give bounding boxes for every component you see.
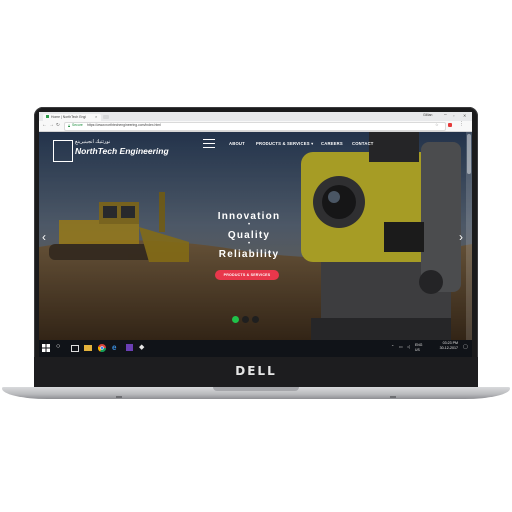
brand-logo-icon[interactable] (53, 140, 73, 162)
browser-tab[interactable]: Home | NorthTech Engi × (43, 114, 101, 121)
network-icon[interactable]: ▭ (399, 344, 403, 349)
input-language[interactable]: ENG US (415, 343, 422, 353)
tray-clock[interactable]: 03:23 PM 30-12-2017 (428, 341, 458, 351)
minimize-icon[interactable]: – (444, 112, 447, 118)
nav-contact[interactable]: CONTACT (352, 141, 374, 146)
windows-start-icon[interactable] (42, 344, 50, 352)
back-icon[interactable]: ← (42, 122, 47, 128)
hamburger-menu-icon[interactable] (203, 139, 215, 148)
chevron-down-icon: ▾ (311, 141, 314, 146)
menu-icon[interactable]: ⋮ (459, 121, 464, 127)
carousel-next-icon[interactable]: › (459, 230, 463, 244)
hero-line-quality: Quality (227, 230, 271, 241)
carousel-prev-icon[interactable]: ‹ (42, 230, 46, 244)
profile-name[interactable]: Gillian (423, 113, 432, 117)
clock-date: 30-12-2017 (439, 346, 458, 350)
carousel-dot-2[interactable] (242, 316, 249, 323)
visual-studio-icon[interactable] (126, 344, 133, 351)
edge-icon[interactable]: e (112, 343, 120, 352)
close-window-icon[interactable]: ✕ (463, 113, 466, 118)
secure-label: Secure (72, 123, 83, 127)
web-page: نورثتيك انجينيرينغ NorthTech Engineering… (39, 132, 472, 340)
notification-icon[interactable]: ▢ (463, 344, 468, 350)
laptop-foot-right (390, 396, 396, 398)
nav-careers[interactable]: CAREERS (321, 141, 343, 146)
laptop-foot-left (116, 396, 122, 398)
volume-icon[interactable]: ◁ (407, 344, 410, 349)
star-icon[interactable]: ☆ (435, 122, 439, 127)
nav-products-services-label: PRODUCTS & SERVICES (256, 141, 310, 146)
dell-logo: DELL (235, 364, 277, 378)
carousel-dot-1[interactable] (232, 316, 239, 323)
url-text[interactable]: https://www.northtechengineering.com/ind… (87, 123, 161, 127)
task-view-icon[interactable] (71, 345, 79, 352)
tab-title: Home | NorthTech Engi (51, 115, 86, 119)
brand-name[interactable]: NorthTech Engineering (75, 146, 169, 156)
hero-separator: • (247, 241, 251, 247)
hero-line-reliability: Reliability (218, 249, 280, 260)
laptop-notch (213, 387, 299, 391)
tab-close-icon[interactable]: × (95, 114, 97, 119)
products-services-button[interactable]: PRODUCTS & SERVICES (215, 270, 279, 280)
file-explorer-icon[interactable] (84, 345, 92, 351)
carousel-dot-3[interactable] (252, 316, 259, 323)
reload-icon[interactable]: ↻ (56, 122, 60, 128)
maximize-icon[interactable]: ▫ (453, 113, 454, 118)
chrome-icon[interactable] (98, 344, 106, 352)
hero-separator: • (247, 222, 251, 228)
hero-line-innovation: Innovation (217, 211, 281, 222)
tray-chevron-icon[interactable]: ⌃ (391, 344, 394, 349)
search-icon[interactable]: ○ (56, 343, 64, 351)
new-tab-button[interactable] (103, 115, 109, 119)
page-scrollbar-thumb[interactable] (467, 134, 471, 174)
region-label: US (415, 348, 420, 352)
lock-icon[interactable]: 🔒︎ (68, 123, 70, 128)
adblock-icon[interactable] (448, 123, 452, 127)
favicon-icon (46, 115, 49, 118)
nav-about[interactable]: ABOUT (229, 141, 245, 146)
git-icon[interactable]: ◆ (139, 343, 147, 351)
laptop-screen: Home | NorthTech Engi × Gillian – ▫ ✕ ← … (39, 112, 472, 357)
forward-icon[interactable]: → (49, 122, 54, 128)
nav-products-services[interactable]: PRODUCTS & SERVICES ▾ (256, 141, 313, 146)
brand-arabic-name[interactable]: نورثتيك انجينيرينغ (75, 139, 110, 145)
